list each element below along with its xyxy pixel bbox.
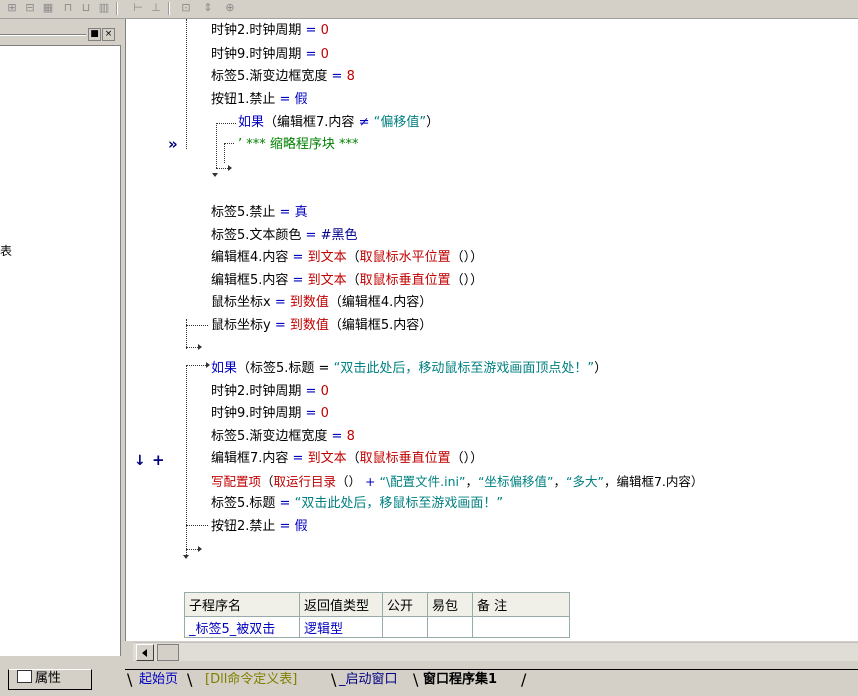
code-line-10[interactable]: 编辑框5.内容 = 到文本（取鼠标垂直位置（）） xyxy=(211,272,483,290)
scroll-left-button[interactable] xyxy=(136,644,154,661)
code-line-12[interactable]: 鼠标坐标y = 到数值（编辑框5.内容） xyxy=(211,317,432,335)
table-header-row: 子程序名 返回值类型 公开 易包 备 注 xyxy=(184,592,570,617)
code-line-19[interactable]: 标签5.标题 = “双击此处后，移鼠标至游戏画面！” xyxy=(211,495,503,513)
header-cell: 公开 xyxy=(382,592,428,617)
code-line-1[interactable]: 时钟2.时钟周期 = 0 xyxy=(211,22,329,40)
align-center-icon[interactable]: ⊟ xyxy=(22,1,38,15)
tab-startup-window[interactable]: _启动窗口 xyxy=(339,670,398,690)
header-cell: 备 注 xyxy=(472,592,570,617)
subroutine-table: 子程序名 返回值类型 公开 易包 备 注 _标签5_被双击 逻辑型 xyxy=(184,592,570,638)
code-line-4[interactable]: 按钮1.禁止 = 假 xyxy=(211,91,308,109)
document-tabs: \ 起始页 \ [Dll命令定义表] \ _启动窗口 \ 窗口程序集1 / xyxy=(125,669,858,696)
code-editor[interactable]: 时钟2.时钟周期 = 0 时钟9.时钟周期 = 0 标签5.渐变边框宽度 = 8… xyxy=(178,19,858,641)
current-line-marker: » xyxy=(168,135,178,153)
minimize-icon[interactable]: ■ xyxy=(88,28,101,41)
properties-tab[interactable]: 属性 xyxy=(8,669,92,690)
align-top-icon[interactable]: ⊓ xyxy=(60,1,76,15)
code-line-14[interactable]: 时钟2.时钟周期 = 0 xyxy=(211,383,329,401)
code-line-17[interactable]: 编辑框7.内容 = 到文本（取鼠标垂直位置（）） xyxy=(211,450,483,468)
same-width-icon[interactable]: ⊢ xyxy=(130,1,146,15)
editor-gutter[interactable]: » ↓ + xyxy=(125,19,178,641)
breakpoint-plus-icon: + xyxy=(152,451,165,469)
code-line-5[interactable]: 如果（编辑框7.内容 ≠ “偏移值”） xyxy=(238,114,439,132)
code-line-8[interactable]: 标签5.文本颜色 = #黑色 xyxy=(211,227,357,245)
align-right-icon[interactable]: ▦ xyxy=(40,1,56,15)
tab-start-page[interactable]: 起始页 xyxy=(139,670,178,690)
easy-package-cell[interactable] xyxy=(427,616,473,638)
horizontal-scrollbar[interactable] xyxy=(133,642,858,661)
properties-icon xyxy=(17,670,32,683)
table-row[interactable]: _标签5_被双击 逻辑型 xyxy=(184,616,570,638)
scroll-box[interactable] xyxy=(157,644,179,661)
workspace-tree[interactable]: 表 xyxy=(0,45,121,656)
layout-toolbar: ⊞ ⊟ ▦ ⊓ ⊔ ▥ ⊢ ⊥ ⊡ ⇕ ⊕ xyxy=(0,0,858,19)
truncated-item: 表 xyxy=(0,244,13,258)
code-line-6-collapsed[interactable]: ’ *** 缩略程序块 *** xyxy=(238,136,359,154)
public-cell[interactable] xyxy=(382,616,428,638)
height-icon[interactable]: ⇕ xyxy=(200,1,216,15)
tab-dll-commands[interactable]: [Dll命令定义表] xyxy=(205,670,297,690)
header-cell: 易包 xyxy=(427,592,473,617)
remark-cell[interactable] xyxy=(472,616,570,638)
code-line-7[interactable]: 标签5.禁止 = 真 xyxy=(211,204,308,222)
align-bottom-icon[interactable]: ▥ xyxy=(96,1,112,15)
left-panel: ■ × 表 xyxy=(0,19,122,669)
align-left-icon[interactable]: ⊞ xyxy=(4,1,20,15)
panel-titlebar: ■ × xyxy=(0,28,118,42)
properties-tab-label: 属性 xyxy=(35,671,62,686)
code-line-18[interactable]: 写配置项（取运行目录（） + “\配置文件.ini”，“坐标偏移值”，“多大”，… xyxy=(211,473,703,491)
breakpoint-arrow-icon: ↓ xyxy=(134,453,146,469)
code-line-16[interactable]: 标签5.渐变边框宽度 = 8 xyxy=(211,428,355,446)
same-size-icon[interactable]: ⊡ xyxy=(178,1,194,15)
header-cell: 返回值类型 xyxy=(299,592,383,617)
arrow-left-icon xyxy=(142,649,147,657)
grid-icon[interactable]: ⊕ xyxy=(222,1,238,15)
tab-window-assembly-1[interactable]: 窗口程序集1 xyxy=(423,670,497,690)
subroutine-name-cell[interactable]: _标签5_被双击 xyxy=(184,616,300,638)
return-type-cell[interactable]: 逻辑型 xyxy=(299,616,383,638)
code-line-20[interactable]: 按钮2.禁止 = 假 xyxy=(211,518,308,536)
code-line-13[interactable]: 如果（标签5.标题 = “双击此处后，移动鼠标至游戏画面顶点处！”） xyxy=(211,360,607,378)
same-height-icon[interactable]: ⊥ xyxy=(148,1,164,15)
code-line-3[interactable]: 标签5.渐变边框宽度 = 8 xyxy=(211,68,355,86)
code-line-2[interactable]: 时钟9.时钟周期 = 0 xyxy=(211,46,329,64)
close-icon[interactable]: × xyxy=(102,28,115,41)
code-line-11[interactable]: 鼠标坐标x = 到数值（编辑框4.内容） xyxy=(211,294,432,312)
header-cell: 子程序名 xyxy=(184,592,300,617)
code-line-9[interactable]: 编辑框4.内容 = 到文本（取鼠标水平位置（）） xyxy=(211,249,483,267)
code-line-15[interactable]: 时钟9.时钟周期 = 0 xyxy=(211,405,329,423)
align-hcenter-icon[interactable]: ⊔ xyxy=(78,1,94,15)
